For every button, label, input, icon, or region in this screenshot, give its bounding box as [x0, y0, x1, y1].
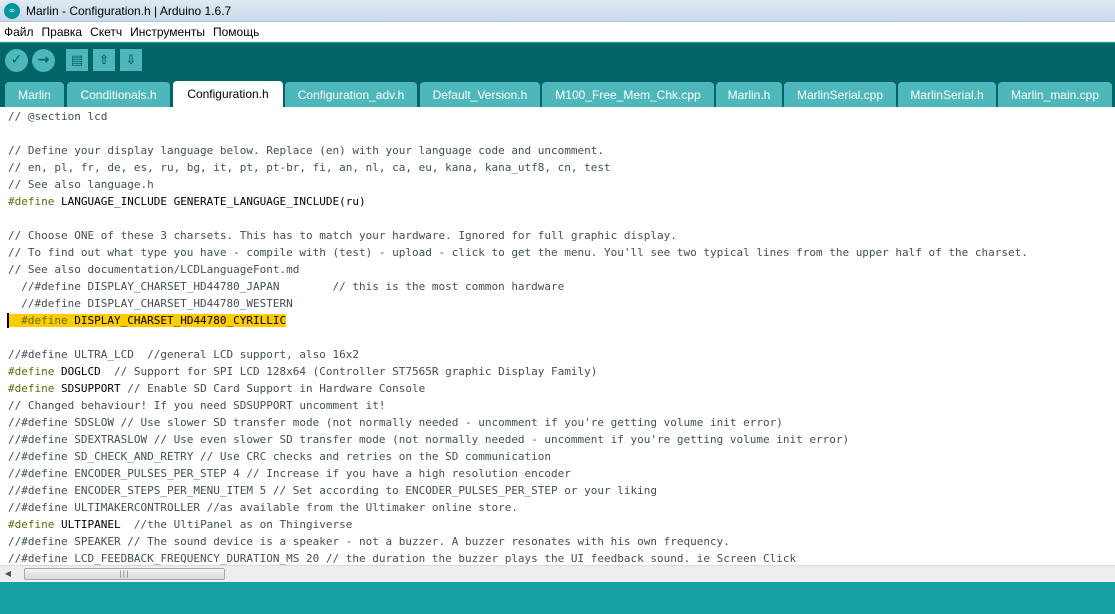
menu-sketch[interactable]: Скетч	[86, 22, 126, 42]
code-line: //#define SPEAKER // The sound device is…	[8, 535, 730, 548]
new-sketch-button[interactable]: ▤	[66, 49, 88, 71]
code-line: //#define ENCODER_STEPS_PER_MENU_ITEM 5 …	[8, 484, 658, 497]
upload-button[interactable]: →	[32, 48, 55, 72]
arrow-down-icon: ⇩	[125, 52, 137, 68]
save-sketch-button[interactable]: ⇩	[120, 49, 142, 71]
keyword-define: #define	[8, 518, 55, 531]
code-content: // @section lcd // Define your display l…	[0, 107, 1115, 565]
code-line: // See also language.h	[8, 178, 154, 191]
code-line: #define SDSUPPORT // Enable SD Card Supp…	[0, 380, 1115, 397]
tab-conditionals-h[interactable]: Conditionals.h	[67, 82, 170, 107]
code-line: #define ULTIPANEL //the UltiPanel as on …	[0, 516, 1115, 533]
scroll-left-arrow-icon[interactable]: ◀	[3, 569, 13, 579]
code-line: //#define SD_CHECK_AND_RETRY // Use CRC …	[8, 450, 552, 463]
open-sketch-button[interactable]: ⇧	[93, 49, 115, 71]
keyword-define: #define	[8, 314, 68, 327]
code-comment: // Support for SPI LCD 128x64 (Controlle…	[100, 365, 598, 378]
code-editor[interactable]: // @section lcd // Define your display l…	[0, 107, 1115, 565]
code-text: DISPLAY_CHARSET_HD44780_CYRILLIC	[67, 314, 287, 327]
code-line: //#define DISPLAY_CHARSET_HD44780_WESTER…	[8, 297, 293, 310]
code-line: // en, pl, fr, de, es, ru, bg, it, pt, p…	[8, 161, 611, 174]
keyword-define: #define	[8, 365, 55, 378]
arrow-up-icon: ⇧	[98, 52, 110, 68]
grip-icon: |||	[119, 570, 130, 578]
code-line: //#define ULTRA_LCD //general LCD suppor…	[8, 348, 359, 361]
code-line: // See also documentation/LCDLanguageFon…	[8, 263, 300, 276]
menu-file[interactable]: Файл	[0, 22, 38, 42]
keyword-define: #define	[8, 382, 55, 395]
code-text: DOGLCD	[54, 365, 101, 378]
tab-marlinserial-h[interactable]: MarlinSerial.h	[898, 82, 996, 107]
code-text: SDSUPPORT	[54, 382, 121, 395]
code-line: #define DOGLCD // Support for SPI LCD 12…	[0, 363, 1115, 380]
scrollbar-thumb[interactable]: |||	[24, 568, 225, 580]
code-line: //#define SDSLOW // Use slower SD transf…	[8, 416, 783, 429]
tab-marlinserial-cpp[interactable]: MarlinSerial.cpp	[784, 82, 896, 107]
tab-configuration-adv-h[interactable]: Configuration_adv.h	[285, 82, 417, 107]
arrow-right-icon: →	[37, 52, 50, 68]
text-caret	[7, 313, 9, 328]
code-line: //#define DISPLAY_CHARSET_HD44780_JAPAN …	[8, 280, 565, 293]
keyword-define: #define	[8, 195, 55, 208]
code-line: // Define your display language below. R…	[8, 144, 605, 157]
tab-m100-free-mem-chk-cpp[interactable]: M100_Free_Mem_Chk.cpp	[542, 82, 714, 107]
tab-configuration-h[interactable]: Configuration.h	[173, 81, 283, 107]
code-line: //#define LCD_FEEDBACK_FREQUENCY_DURATIO…	[8, 552, 797, 565]
file-tabs: Marlin Conditionals.h Configuration.h Co…	[0, 77, 1115, 107]
new-file-icon: ▤	[70, 52, 84, 68]
title-bar: ∞ Marlin - Configuration.h | Arduino 1.6…	[0, 0, 1115, 22]
console-area	[0, 582, 1115, 614]
tab-default-version-h[interactable]: Default_Version.h	[420, 82, 540, 107]
code-line: // To find out what type you have - comp…	[8, 246, 1028, 259]
code-line: //#define SDEXTRASLOW // Use even slower…	[8, 433, 850, 446]
code-line: // Choose ONE of these 3 charsets. This …	[8, 229, 677, 242]
arduino-logo-icon: ∞	[4, 2, 20, 19]
code-text: LANGUAGE_INCLUDE GENERATE_LANGUAGE_INCLU…	[54, 195, 366, 208]
window-title: Marlin - Configuration.h | Arduino 1.6.7	[26, 3, 232, 18]
code-line: // Changed behaviour! If you need SDSUPP…	[8, 399, 386, 412]
code-comment: //the UltiPanel as on Thingiverse	[120, 518, 353, 531]
code-line: #define LANGUAGE_INCLUDE GENERATE_LANGUA…	[0, 193, 1115, 210]
code-line: //#define ULTIMAKERCONTROLLER //as avail…	[8, 501, 518, 514]
code-line: // @section lcd	[8, 110, 108, 123]
toolbar: ✓ → ▤ ⇧ ⇩	[0, 43, 1115, 77]
horizontal-scrollbar[interactable]: ◀ |||	[0, 565, 1115, 582]
code-text: ULTIPANEL	[54, 518, 121, 531]
menu-edit[interactable]: Правка	[38, 22, 87, 42]
menu-tools[interactable]: Инструменты	[126, 22, 209, 42]
checkmark-icon: ✓	[10, 52, 23, 68]
verify-button[interactable]: ✓	[5, 48, 28, 72]
tab-marlin-h[interactable]: Marlin.h	[716, 82, 782, 107]
tab-marlin-main-cpp[interactable]: Marlin_main.cpp	[998, 82, 1112, 107]
code-line: //#define ENCODER_PULSES_PER_STEP 4 // I…	[8, 467, 571, 480]
menu-bar: Файл Правка Скетч Инструменты Помощь	[0, 22, 1115, 42]
tab-marlin[interactable]: Marlin	[5, 82, 64, 107]
code-comment: // Enable SD Card Support in Hardware Co…	[120, 382, 426, 395]
code-line-highlighted: #define DISPLAY_CHARSET_HD44780_CYRILLIC	[0, 312, 1115, 329]
menu-help[interactable]: Помощь	[209, 22, 263, 42]
